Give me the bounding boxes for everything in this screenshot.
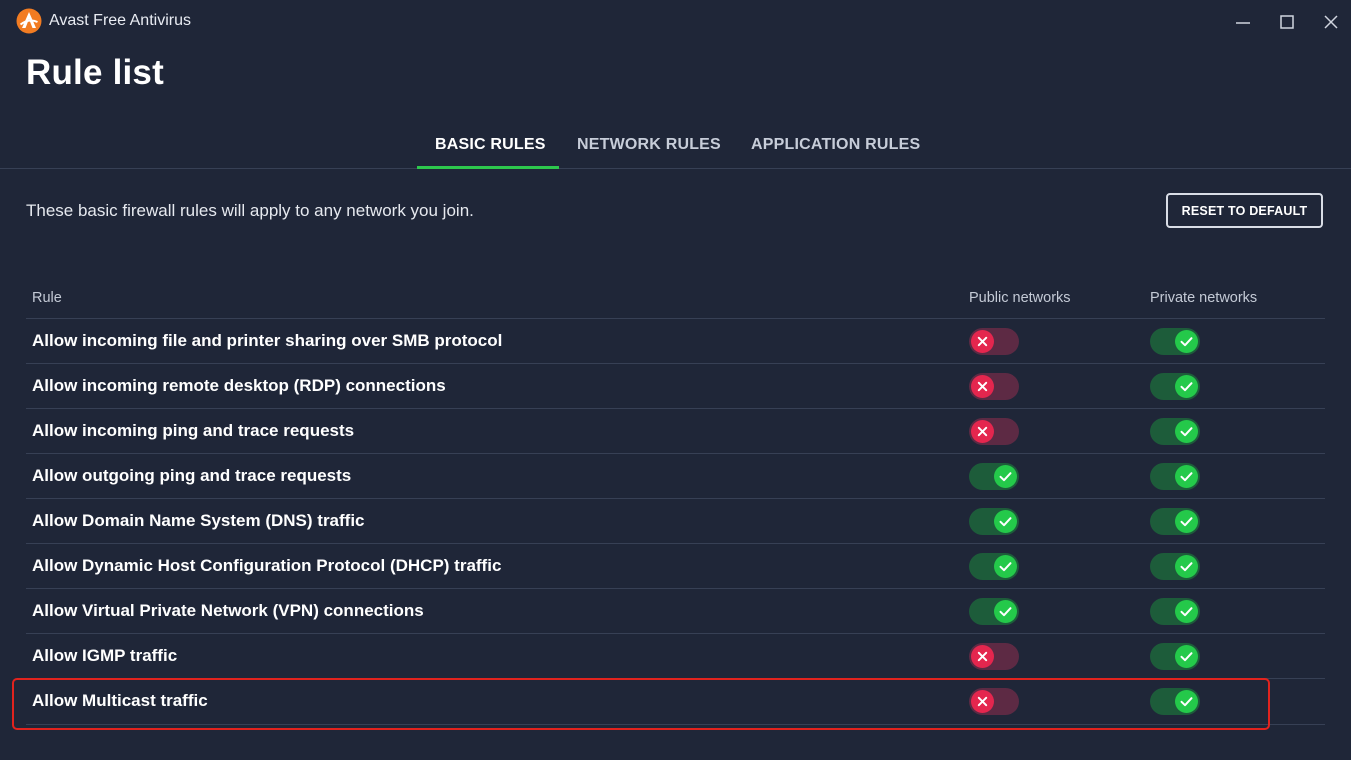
table-row: Allow incoming remote desktop (RDP) conn… [26, 363, 1325, 409]
private-network-toggle[interactable] [1150, 373, 1200, 400]
table-row: Allow Dynamic Host Configuration Protoco… [26, 543, 1325, 589]
table-row: Allow IGMP traffic [26, 633, 1325, 679]
tab-bar: BASIC RULES NETWORK RULES APPLICATION RU… [0, 122, 1351, 169]
table-row: Allow Domain Name System (DNS) traffic [26, 498, 1325, 544]
check-icon [994, 465, 1017, 488]
active-tab-indicator [417, 166, 559, 169]
page-title: Rule list [26, 53, 164, 92]
x-icon [971, 420, 994, 443]
check-icon [1175, 330, 1198, 353]
check-icon [1175, 645, 1198, 668]
table-row: Allow Multicast traffic [26, 678, 1325, 725]
maximize-icon[interactable] [1275, 10, 1299, 34]
private-network-toggle[interactable] [1150, 328, 1200, 355]
check-icon [994, 555, 1017, 578]
private-network-toggle[interactable] [1150, 688, 1200, 715]
column-header-private: Private networks [1150, 290, 1258, 306]
public-network-toggle[interactable] [969, 508, 1019, 535]
public-network-toggle[interactable] [969, 328, 1019, 355]
tab-application-rules[interactable]: APPLICATION RULES [751, 136, 920, 154]
check-icon [1175, 600, 1198, 623]
check-icon [1175, 690, 1198, 713]
rule-label: Allow Multicast traffic [32, 691, 208, 710]
column-header-public: Public networks [969, 290, 1071, 306]
public-network-toggle[interactable] [969, 463, 1019, 490]
check-icon [1175, 375, 1198, 398]
check-icon [994, 600, 1017, 623]
public-network-toggle[interactable] [969, 418, 1019, 445]
x-icon [971, 690, 994, 713]
tab-basic-rules[interactable]: BASIC RULES [435, 136, 546, 154]
avast-logo-icon [16, 8, 42, 34]
tab-network-rules[interactable]: NETWORK RULES [577, 136, 721, 154]
table-row: Allow outgoing ping and trace requests [26, 453, 1325, 499]
close-icon[interactable] [1319, 10, 1343, 34]
rule-label: Allow Virtual Private Network (VPN) conn… [32, 601, 424, 620]
public-network-toggle[interactable] [969, 373, 1019, 400]
x-icon [971, 330, 994, 353]
rule-label: Allow incoming file and printer sharing … [32, 331, 503, 350]
rule-label: Allow Dynamic Host Configuration Protoco… [32, 556, 502, 575]
intro-text: These basic firewall rules will apply to… [26, 201, 474, 220]
check-icon [1175, 465, 1198, 488]
public-network-toggle[interactable] [969, 598, 1019, 625]
rule-label: Allow incoming ping and trace requests [32, 421, 355, 440]
private-network-toggle[interactable] [1150, 463, 1200, 490]
private-network-toggle[interactable] [1150, 598, 1200, 625]
check-icon [1175, 510, 1198, 533]
x-icon [971, 645, 994, 668]
app-name: Avast Free Antivirus [49, 12, 191, 29]
table-row: Allow incoming file and printer sharing … [26, 318, 1325, 364]
table-row: Allow incoming ping and trace requests [26, 408, 1325, 454]
column-header-rule: Rule [32, 290, 62, 306]
private-network-toggle[interactable] [1150, 643, 1200, 670]
check-icon [1175, 420, 1198, 443]
rule-label: Allow IGMP traffic [32, 646, 178, 665]
private-network-toggle[interactable] [1150, 553, 1200, 580]
minimize-icon[interactable] [1231, 10, 1255, 34]
reset-to-default-button[interactable]: RESET TO DEFAULT [1166, 193, 1323, 228]
title-bar: Avast Free Antivirus [0, 0, 1351, 44]
x-icon [971, 375, 994, 398]
public-network-toggle[interactable] [969, 553, 1019, 580]
check-icon [1175, 555, 1198, 578]
private-network-toggle[interactable] [1150, 418, 1200, 445]
private-network-toggle[interactable] [1150, 508, 1200, 535]
table-row: Allow Virtual Private Network (VPN) conn… [26, 588, 1325, 634]
rule-label: Allow incoming remote desktop (RDP) conn… [32, 376, 446, 395]
check-icon [994, 510, 1017, 533]
rule-label: Allow Domain Name System (DNS) traffic [32, 511, 365, 530]
public-network-toggle[interactable] [969, 688, 1019, 715]
public-network-toggle[interactable] [969, 643, 1019, 670]
rule-label: Allow outgoing ping and trace requests [32, 466, 352, 485]
